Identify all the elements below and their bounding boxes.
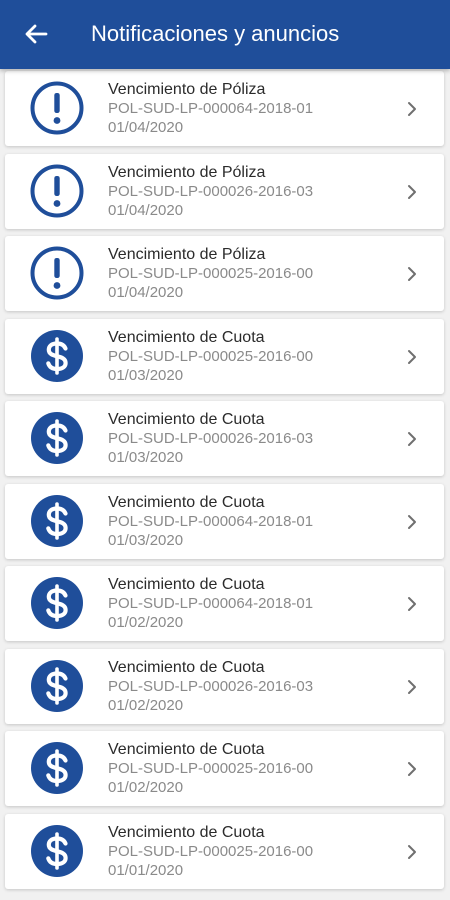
notification-date: 01/03/2020 <box>108 366 184 384</box>
chevron-right-icon <box>406 100 418 118</box>
notification-texts: Vencimiento de Cuota POL-SUD-LP-000025-2… <box>108 328 313 385</box>
notification-texts: Vencimiento de Póliza POL-SUD-LP-000064-… <box>108 80 313 137</box>
chevron-right-icon <box>406 843 418 861</box>
notification-policy: POL-SUD-LP-000025-2016-00 <box>108 347 314 365</box>
chevron-right-icon <box>406 265 418 283</box>
notification-texts: Vencimiento de Cuota POL-SUD-LP-000026-2… <box>108 410 313 467</box>
chevron-right-icon <box>406 513 418 531</box>
notification-texts: Vencimiento de Cuota POL-SUD-LP-000025-2… <box>108 823 313 880</box>
notifications-list: Vencimiento de Póliza POL-SUD-LP-000064-… <box>0 71 450 896</box>
notification-card-3[interactable]: Vencimiento de Póliza POL-SUD-LP-000025-… <box>5 236 444 311</box>
notification-policy: POL-SUD-LP-000064-2018-01 <box>108 100 314 117</box>
notification-policy: POL-SUD-LP-000026-2016-03 <box>108 677 314 695</box>
notification-policy: POL-SUD-LP-000064-2018-01 <box>108 595 314 612</box>
notification-policy: POL-SUD-LP-000025-2016-00 <box>108 842 314 860</box>
notification-date: 01/02/2020 <box>108 614 184 631</box>
notification-title: Vencimiento de Cuota <box>108 576 265 593</box>
dollar-circle-icon <box>29 493 85 549</box>
chevron-right-icon <box>406 348 418 366</box>
chevron-right-icon <box>406 430 418 448</box>
notification-card-9[interactable]: Vencimiento de Cuota POL-SUD-LP-000025-2… <box>5 731 444 806</box>
page-title: Notificaciones y anuncios <box>91 21 340 46</box>
chevron-right-icon <box>406 678 418 696</box>
dollar-circle-icon <box>29 658 85 714</box>
back-arrow-icon[interactable] <box>22 20 50 48</box>
notification-title: Vencimiento de Cuota <box>108 823 265 841</box>
notification-title: Vencimiento de Póliza <box>108 163 266 181</box>
notification-texts: Vencimiento de Cuota POL-SUD-LP-000025-2… <box>108 740 313 797</box>
notification-date: 01/01/2020 <box>108 861 184 879</box>
notification-title: Vencimiento de Cuota <box>108 658 265 676</box>
notification-date: 01/03/2020 <box>108 531 184 549</box>
notification-date: 01/04/2020 <box>108 201 184 219</box>
notification-date: 01/02/2020 <box>108 696 184 714</box>
notification-date: 01/04/2020 <box>108 284 184 301</box>
dollar-circle-icon <box>29 410 85 466</box>
notification-policy: POL-SUD-LP-000026-2016-03 <box>108 430 314 447</box>
dollar-circle-icon <box>29 823 85 879</box>
notification-title: Vencimiento de Póliza <box>108 246 266 263</box>
notification-texts: Vencimiento de Póliza POL-SUD-LP-000026-… <box>108 163 313 220</box>
app-bar: Notificaciones y anuncios <box>0 0 450 69</box>
notification-title: Vencimiento de Cuota <box>108 328 265 346</box>
chevron-right-icon <box>406 595 418 613</box>
notification-date: 01/03/2020 <box>108 449 184 466</box>
notification-policy: POL-SUD-LP-000025-2016-00 <box>108 760 314 777</box>
chevron-right-icon <box>406 760 418 778</box>
notification-title: Vencimiento de Cuota <box>108 411 265 428</box>
notification-date: 01/04/2020 <box>108 119 184 136</box>
chevron-right-icon <box>406 183 418 201</box>
dollar-circle-icon <box>29 740 85 796</box>
notification-card-7[interactable]: Vencimiento de Cuota POL-SUD-LP-000064-2… <box>5 566 444 641</box>
notification-texts: Vencimiento de Póliza POL-SUD-LP-000025-… <box>108 245 313 302</box>
exclamation-circle-icon <box>29 80 85 136</box>
notification-policy: POL-SUD-LP-000026-2016-03 <box>108 182 314 200</box>
notification-title: Vencimiento de Cuota <box>108 741 265 758</box>
notification-date: 01/02/2020 <box>108 779 184 796</box>
notification-title: Vencimiento de Cuota <box>108 493 265 511</box>
notification-texts: Vencimiento de Cuota POL-SUD-LP-000064-2… <box>108 575 313 632</box>
notification-card-4[interactable]: Vencimiento de Cuota POL-SUD-LP-000025-2… <box>5 318 444 394</box>
dollar-circle-icon <box>29 575 85 631</box>
dollar-circle-icon <box>29 328 85 384</box>
notification-title: Vencimiento de Póliza <box>108 81 266 98</box>
notification-card-2[interactable]: Vencimiento de Póliza POL-SUD-LP-000026-… <box>5 153 444 229</box>
notification-card-5[interactable]: Vencimiento de Cuota POL-SUD-LP-000026-2… <box>5 401 444 476</box>
notification-texts: Vencimiento de Cuota POL-SUD-LP-000026-2… <box>108 658 313 715</box>
notification-texts: Vencimiento de Cuota POL-SUD-LP-000064-2… <box>108 493 313 550</box>
notification-policy: POL-SUD-LP-000064-2018-01 <box>108 512 314 530</box>
notification-policy: POL-SUD-LP-000025-2016-00 <box>108 265 314 282</box>
notification-card-1[interactable]: Vencimiento de Póliza POL-SUD-LP-000064-… <box>5 71 444 146</box>
notification-card-10[interactable]: Vencimiento de Cuota POL-SUD-LP-000025-2… <box>5 813 444 889</box>
exclamation-circle-icon <box>29 163 85 219</box>
notification-card-8[interactable]: Vencimiento de Cuota POL-SUD-LP-000026-2… <box>5 648 444 724</box>
notification-card-6[interactable]: Vencimiento de Cuota POL-SUD-LP-000064-2… <box>5 483 444 559</box>
exclamation-circle-icon <box>29 245 85 301</box>
